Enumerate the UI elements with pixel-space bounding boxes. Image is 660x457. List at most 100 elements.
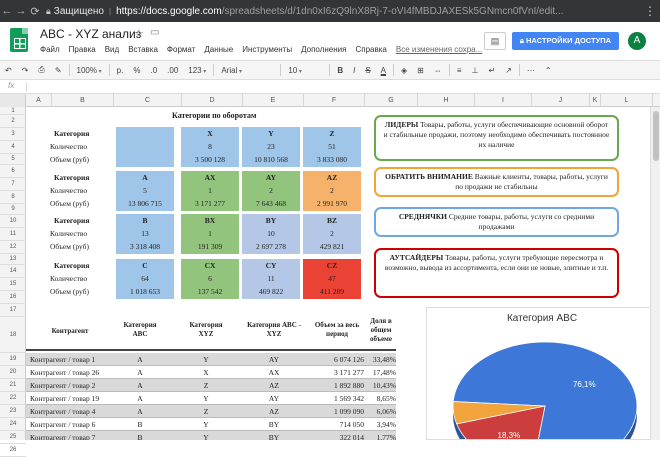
menu-tools[interactable]: Инструменты [242, 45, 292, 54]
row-header-17[interactable]: 17 [0, 304, 26, 317]
table-row[interactable]: Контрагент / товар 1 A Y AY 6 074 126 33,48% [26, 353, 396, 366]
column-header-e[interactable]: E [243, 94, 304, 107]
menu-file[interactable]: Файл [40, 45, 60, 54]
strikethrough-button[interactable]: S [360, 66, 375, 75]
matrix-cell-bx[interactable]: BX 1 191 309 [181, 214, 239, 254]
row-header-1[interactable]: 1 [0, 107, 26, 115]
star-icon[interactable]: ☆ [134, 27, 144, 40]
matrix-cell-cx[interactable]: CX 6 137 542 [181, 259, 239, 299]
table-row[interactable]: Контрагент / товар 4 A Z AZ 1 099 090 6,06% [26, 405, 396, 418]
matrix-cell-b[interactable]: B 13 3 318 408 [116, 214, 174, 254]
vertical-scrollbar[interactable] [650, 107, 660, 440]
comments-button[interactable]: ▤ [484, 32, 506, 50]
bold-button[interactable]: B [332, 66, 348, 75]
folder-icon[interactable]: ▭ [150, 27, 159, 38]
reload-icon[interactable]: ⟳ [28, 5, 42, 18]
table-row[interactable]: Контрагент / товар 6 B Y BY 714 050 3,94% [26, 418, 396, 431]
number-format-select[interactable]: 123 [183, 66, 211, 75]
table-row[interactable]: Контрагент / товар 26 A X AX 3 171 277 17,48% [26, 366, 396, 379]
row-header-23[interactable]: 23 [0, 405, 26, 418]
row-header-9[interactable]: 9 [0, 204, 26, 215]
collapse-icon[interactable]: ⌃ [540, 66, 557, 75]
italic-button[interactable]: I [348, 66, 360, 75]
last-edit-link[interactable]: Все изменения сохра... [396, 45, 482, 54]
select-all-corner[interactable] [0, 94, 26, 107]
row-header-3[interactable]: 3 [0, 128, 26, 141]
valign-icon[interactable]: ⊥ [467, 66, 484, 75]
column-header-j[interactable]: J [532, 94, 590, 107]
row-header-2[interactable]: 2 [0, 115, 26, 128]
fill-color-icon[interactable]: ◈ [396, 66, 412, 75]
row-header-20[interactable]: 20 [0, 366, 26, 379]
column-header-g[interactable]: G [365, 94, 418, 107]
matrix-cell-bz[interactable]: BZ 2 429 821 [303, 214, 361, 254]
abc-pie-chart[interactable]: Категория ABC 76,1% 18,3% [426, 307, 656, 440]
text-color-button[interactable]: A [376, 66, 391, 75]
row-header-24[interactable]: 24 [0, 418, 26, 431]
merge-cells-icon[interactable]: ⇔ [429, 66, 447, 75]
menu-insert[interactable]: Вставка [128, 45, 158, 54]
table-row[interactable]: Контрагент / товар 19 A Y AY 1 569 342 8,65% [26, 392, 396, 405]
column-header-d[interactable]: D [182, 94, 243, 107]
percent-format-button[interactable]: % [128, 66, 145, 75]
row-header-19[interactable]: 19 [0, 353, 26, 366]
row-header-4[interactable]: 4 [0, 141, 26, 154]
align-icon[interactable]: ≡ [452, 66, 467, 75]
row-header-12[interactable]: 12 [0, 241, 26, 254]
column-header-f[interactable]: F [304, 94, 365, 107]
formula-bar[interactable]: fx [0, 80, 660, 94]
forward-icon[interactable]: → [14, 5, 28, 17]
scrollbar-thumb[interactable] [653, 111, 659, 161]
row-header-5[interactable]: 5 [0, 154, 26, 165]
rotate-icon[interactable]: ↗ [500, 66, 517, 75]
avatar[interactable]: A [628, 32, 646, 50]
redo-icon[interactable]: ↷ [17, 66, 34, 75]
row-header-13[interactable]: 13 [0, 254, 26, 265]
font-size-select[interactable]: 10 [283, 66, 327, 75]
menu-data[interactable]: Данные [204, 45, 233, 54]
column-header-c[interactable]: C [114, 94, 182, 107]
row-header-7[interactable]: 7 [0, 178, 26, 191]
row-header-15[interactable]: 15 [0, 278, 26, 291]
matrix-cell-az[interactable]: AZ 2 2 991 970 [303, 171, 361, 211]
row-header-6[interactable]: 6 [0, 165, 26, 178]
sheet-grid[interactable]: Категории по оборотам Категория Количеств… [26, 107, 660, 440]
column-header-k[interactable]: K [590, 94, 601, 107]
matrix-cell-ay[interactable]: AY 2 7 643 468 [242, 171, 300, 211]
row-header-10[interactable]: 10 [0, 215, 26, 228]
sheets-logo-icon[interactable] [10, 28, 28, 52]
row-header-26[interactable]: 26 [0, 444, 26, 457]
share-button[interactable]: 🔒︎ НАСТРОЙКИ ДОСТУПА [512, 32, 619, 50]
table-row[interactable]: Контрагент / товар 2 A Z AZ 1 892 880 10,43% [26, 379, 396, 392]
matrix-cell-y[interactable]: Y 23 10 810 568 [242, 127, 300, 167]
paint-format-icon[interactable]: ✎ [50, 66, 67, 75]
matrix-cell-c[interactable]: C 64 1 018 653 [116, 259, 174, 299]
column-header-b[interactable]: B [52, 94, 114, 107]
menu-help[interactable]: Справка [355, 45, 386, 54]
matrix-cell-z[interactable]: Z 51 3 833 080 [303, 127, 361, 167]
wrap-icon[interactable]: ↵ [484, 66, 501, 75]
matrix-cell-cy[interactable]: CY 11 469 822 [242, 259, 300, 299]
browser-menu-icon[interactable]: ⋮ [644, 4, 656, 18]
print-icon[interactable]: ⎙ [33, 65, 49, 75]
more-icon[interactable]: ⋯ [522, 66, 540, 75]
row-header-8[interactable]: 8 [0, 191, 26, 204]
undo-icon[interactable]: ↶ [0, 66, 17, 75]
matrix-cell-a[interactable]: A 5 13 806 715 [116, 171, 174, 211]
row-header-18[interactable]: 18 [0, 317, 26, 353]
zoom-select[interactable]: 100% [72, 66, 107, 75]
row-header-25[interactable]: 25 [0, 431, 26, 444]
doc-title[interactable]: ABC - XYZ анализ [40, 27, 141, 41]
menu-edit[interactable]: Правка [69, 45, 96, 54]
menu-view[interactable]: Вид [105, 45, 119, 54]
borders-icon[interactable]: ⊞ [412, 66, 429, 75]
column-header-l[interactable]: L [601, 94, 653, 107]
font-select[interactable]: Arial [216, 66, 278, 75]
column-header-i[interactable]: I [475, 94, 532, 107]
matrix-cell-ax[interactable]: AX 1 3 171 277 [181, 171, 239, 211]
row-header-16[interactable]: 16 [0, 291, 26, 304]
matrix-cell-empty[interactable] [116, 127, 174, 167]
menu-addons[interactable]: Дополнения [301, 45, 346, 54]
matrix-cell-cz[interactable]: CZ 47 411 289 [303, 259, 361, 299]
matrix-cell-by[interactable]: BY 10 2 697 278 [242, 214, 300, 254]
